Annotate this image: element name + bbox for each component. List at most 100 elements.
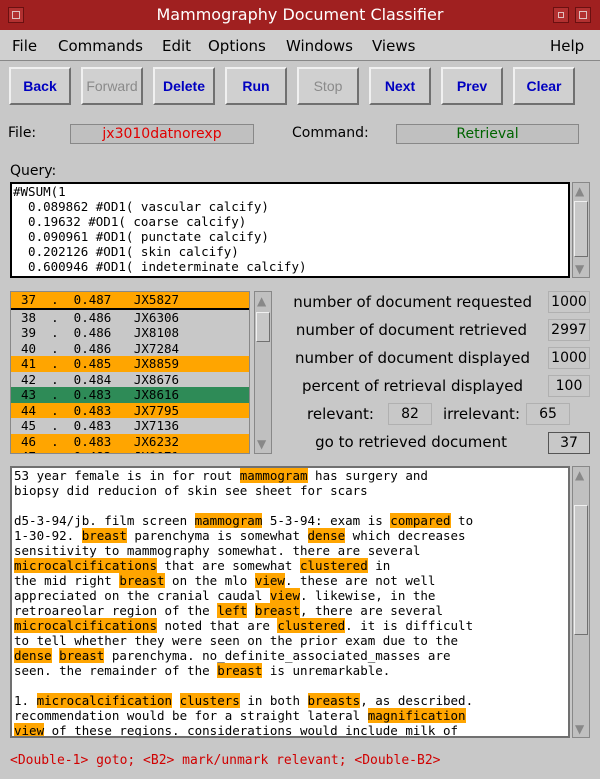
prev-button[interactable]: Prev bbox=[441, 67, 503, 105]
command-label: Command: bbox=[292, 125, 369, 141]
result-row[interactable]: 41 . 0.485 JX8859 bbox=[11, 356, 249, 372]
document-line: the mid right breast on the mlo view. th… bbox=[12, 573, 568, 588]
result-row[interactable]: 47 . 0.482 JX9071 bbox=[11, 449, 249, 453]
highlighted-term: breast bbox=[119, 573, 165, 588]
scroll-down-icon[interactable]: ▼ bbox=[257, 438, 266, 450]
document-text bbox=[247, 603, 255, 618]
document-line: microcalcifications that are somewhat cl… bbox=[12, 558, 568, 573]
menu-edit[interactable]: Edit bbox=[162, 37, 191, 55]
query-line: 0.202126 #OD1( skin calcify) bbox=[13, 244, 239, 259]
toolbar: Back Forward Delete Run Stop Next Prev C… bbox=[0, 61, 600, 111]
highlighted-term: clustered bbox=[300, 558, 368, 573]
scroll-up-icon[interactable]: ▲ bbox=[257, 295, 266, 307]
highlighted-term: view bbox=[254, 573, 285, 588]
highlighted-term: dense bbox=[14, 648, 52, 663]
document-text-area[interactable]: 53 year female is in for rout mammogram … bbox=[10, 466, 570, 738]
scroll-down-icon[interactable]: ▼ bbox=[575, 263, 584, 275]
maximize-icon[interactable] bbox=[575, 7, 591, 23]
query-text-area[interactable]: #WSUM(1 0.089862 #OD1( vascular calcify)… bbox=[10, 182, 570, 278]
clear-button[interactable]: Clear bbox=[513, 67, 575, 105]
scroll-up-icon[interactable]: ▲ bbox=[575, 469, 584, 481]
document-text: which decreases bbox=[345, 528, 466, 543]
menu-commands[interactable]: Commands bbox=[58, 37, 143, 55]
query-line: 0.089862 #OD1( vascular calcify) bbox=[13, 199, 269, 214]
file-label: File: bbox=[8, 125, 37, 141]
document-text: 1-30-92. bbox=[14, 528, 82, 543]
menu-file[interactable]: File bbox=[12, 37, 37, 55]
document-line: 53 year female is in for rout mammogram … bbox=[12, 468, 568, 483]
scroll-thumb[interactable] bbox=[256, 312, 270, 342]
document-text: is unremarkable. bbox=[262, 663, 391, 678]
result-row[interactable]: 42 . 0.484 JX8676 bbox=[11, 372, 249, 388]
document-text: 5-3-94: exam is bbox=[262, 513, 391, 528]
document-line: 1. microcalcification clusters in both b… bbox=[12, 693, 568, 708]
delete-button[interactable]: Delete bbox=[153, 67, 215, 105]
forward-button[interactable]: Forward bbox=[81, 67, 143, 105]
document-line: 1-30-92. breast parenchyma is somewhat d… bbox=[12, 528, 568, 543]
document-text: to tell whether they were seen on the pr… bbox=[14, 633, 459, 648]
document-text: the mid right bbox=[14, 573, 120, 588]
document-text: of these regions. considerations would i… bbox=[44, 723, 459, 738]
document-text: . these are not well bbox=[284, 573, 436, 588]
irrelevant-count: 65 bbox=[526, 403, 570, 425]
result-row[interactable]: 39 . 0.486 JX8108 bbox=[11, 325, 249, 341]
result-row[interactable]: 37 . 0.487 JX5827 bbox=[11, 292, 249, 310]
document-text: on the mlo bbox=[164, 573, 255, 588]
retrieved-value: 2997 bbox=[548, 319, 590, 341]
document-line: view of these regions. considerations wo… bbox=[12, 723, 568, 738]
result-row[interactable]: 45 . 0.483 JX7136 bbox=[11, 418, 249, 434]
document-line: d5-3-94/jb. film screen mammogram 5-3-94… bbox=[12, 513, 568, 528]
query-scrollbar[interactable]: ▲ ▼ bbox=[572, 182, 590, 278]
scroll-thumb[interactable] bbox=[574, 201, 588, 257]
document-text: sensitivity to mammography somewhat. the… bbox=[14, 543, 421, 558]
result-row[interactable]: 40 . 0.486 JX7284 bbox=[11, 341, 249, 357]
result-row[interactable]: 44 . 0.483 JX7795 bbox=[11, 402, 249, 418]
document-line: microcalcifications noted that are clust… bbox=[12, 618, 568, 633]
document-text: noted that are bbox=[157, 618, 278, 633]
result-row[interactable]: 38 . 0.486 JX6306 bbox=[11, 310, 249, 326]
status-bar: <Double-1> goto; <B2> mark/unmark releva… bbox=[10, 753, 441, 768]
command-field[interactable]: Retrieval bbox=[396, 124, 579, 144]
document-line: to tell whether they were seen on the pr… bbox=[12, 633, 568, 648]
document-text: seen. the remainder of the bbox=[14, 663, 218, 678]
stop-button[interactable]: Stop bbox=[297, 67, 359, 105]
document-text: d5-3-94/jb. film screen bbox=[14, 513, 195, 528]
highlighted-term: view bbox=[14, 723, 45, 738]
next-button[interactable]: Next bbox=[369, 67, 431, 105]
document-text: . likewise, in the bbox=[299, 588, 436, 603]
scroll-up-icon[interactable]: ▲ bbox=[575, 185, 584, 197]
highlighted-term: breast bbox=[81, 528, 127, 543]
result-scrollbar[interactable]: ▲ ▼ bbox=[254, 291, 272, 454]
result-list[interactable]: 37 . 0.487 JX5827 38 . 0.486 JX6306 39 . 0… bbox=[10, 291, 250, 454]
highlighted-term: compared bbox=[390, 513, 451, 528]
highlighted-term: clustered bbox=[277, 618, 346, 633]
result-row[interactable]: 46 . 0.483 JX6232 bbox=[11, 433, 249, 449]
highlighted-term: mammogram bbox=[239, 468, 308, 483]
scroll-down-icon[interactable]: ▼ bbox=[575, 723, 584, 735]
back-button[interactable]: Back bbox=[9, 67, 71, 105]
run-button[interactable]: Run bbox=[225, 67, 287, 105]
document-text: parenchyma is somewhat bbox=[126, 528, 308, 543]
scroll-thumb[interactable] bbox=[574, 505, 588, 635]
document-text: . it is difficult bbox=[345, 618, 474, 633]
highlighted-term: breasts bbox=[307, 693, 361, 708]
document-text: in bbox=[367, 558, 391, 573]
highlighted-term: breast bbox=[217, 663, 263, 678]
file-field[interactable]: jx3010datnorexp bbox=[70, 124, 254, 144]
title-bar[interactable]: Mammography Document Classifier bbox=[0, 0, 600, 30]
menu-help[interactable]: Help bbox=[550, 37, 584, 55]
document-text: recommendation would be for a straight l… bbox=[14, 708, 368, 723]
menu-options[interactable]: Options bbox=[208, 37, 266, 55]
document-line: retroareolar region of the left breast, … bbox=[12, 603, 568, 618]
document-text: , as described. bbox=[360, 693, 474, 708]
highlighted-term: mammogram bbox=[194, 513, 263, 528]
menu-views[interactable]: Views bbox=[372, 37, 415, 55]
result-row[interactable]: 43 . 0.483 JX8616 bbox=[11, 387, 249, 403]
document-text: to bbox=[450, 513, 474, 528]
displayed-label: number of document displayed bbox=[295, 349, 530, 367]
goto-input[interactable]: 37 bbox=[548, 432, 590, 454]
document-scrollbar[interactable]: ▲ ▼ bbox=[572, 466, 590, 738]
menu-windows[interactable]: Windows bbox=[286, 37, 353, 55]
minimize-icon[interactable] bbox=[553, 7, 569, 23]
document-line: appreciated on the cranial caudal view. … bbox=[12, 588, 568, 603]
